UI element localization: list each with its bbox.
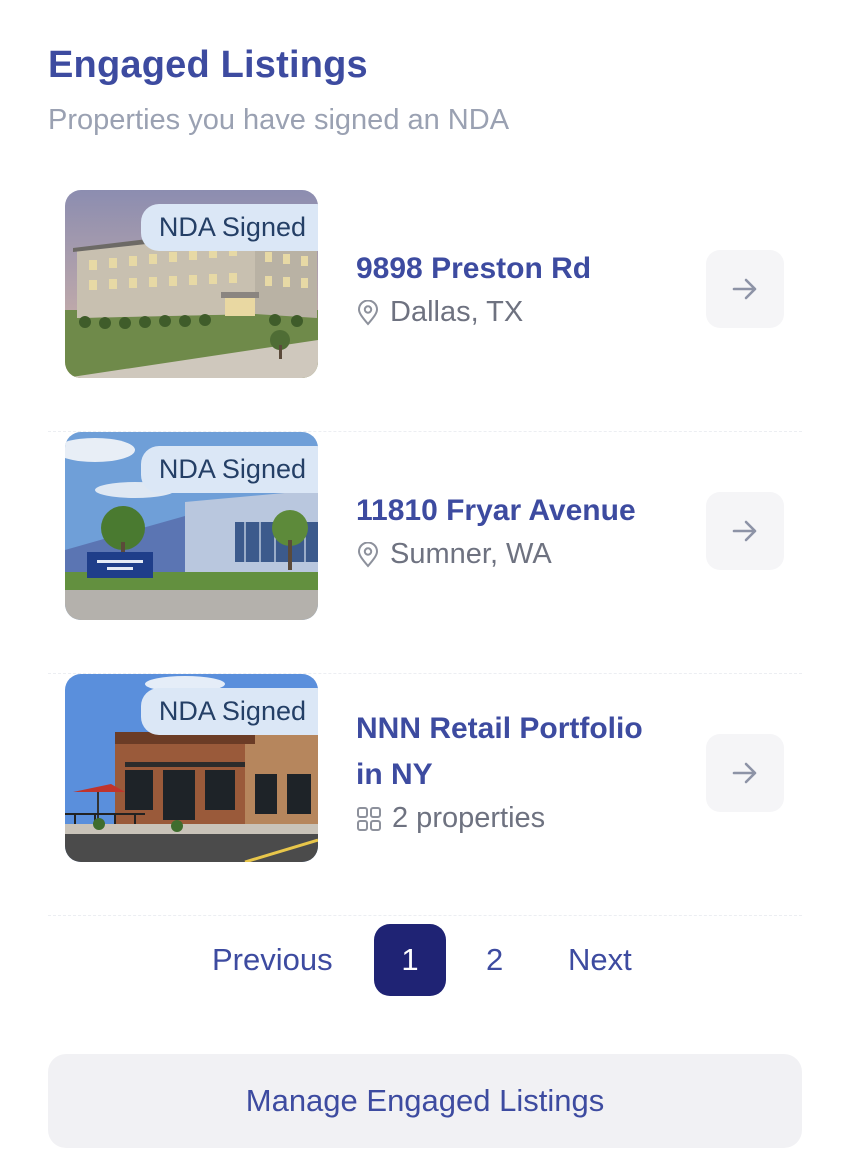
open-listing-button[interactable] (706, 492, 784, 570)
listing-location: Dallas, TX (356, 296, 591, 329)
listing-name[interactable]: 11810 Fryar Avenue (356, 488, 636, 534)
listing-row[interactable]: NDA Signed 11810 Fryar Avenue Sumner, WA (48, 432, 802, 674)
arrow-right-icon (732, 278, 757, 300)
listing-location-text: Sumner, WA (390, 538, 552, 570)
listing-info: 11810 Fryar Avenue Sumner, WA (356, 488, 636, 571)
next-page-button[interactable]: Next (568, 924, 632, 996)
engaged-listings-panel: Engaged Listings Properties you have sig… (0, 0, 850, 1174)
nda-signed-badge: NDA Signed (140, 446, 318, 493)
arrow-right-icon (732, 520, 757, 542)
open-listing-button[interactable] (706, 734, 784, 812)
listing-location-text: Dallas, TX (390, 296, 524, 328)
nda-signed-badge: NDA Signed (140, 204, 318, 251)
page-1-button[interactable]: 1 (374, 924, 446, 996)
listing-location: Sumner, WA (356, 538, 636, 571)
nda-signed-badge: NDA Signed (140, 688, 318, 735)
listing-thumbnail[interactable]: NDA Signed (65, 432, 318, 620)
pagination: Previous 1 2 Next (0, 924, 850, 996)
previous-page-button[interactable]: Previous (212, 924, 333, 996)
listing-name[interactable]: NNN Retail Portfolio (356, 706, 643, 752)
arrow-right-icon (732, 762, 757, 784)
open-listing-button[interactable] (706, 250, 784, 328)
listing-info: NNN Retail Portfolio in NY 2 properties (356, 706, 643, 835)
listing-name[interactable]: 9898 Preston Rd (356, 246, 591, 292)
listing-row[interactable]: NDA Signed 9898 Preston Rd Dallas, TX (48, 190, 802, 432)
panel-title: Engaged Listings (48, 44, 368, 86)
listing-name-continued[interactable]: in NY (356, 752, 643, 798)
listing-thumbnail[interactable]: NDA Signed (65, 190, 318, 378)
listing-row[interactable]: NDA Signed NNN Retail Portfolio in NY 2 … (48, 674, 802, 916)
listing-info: 9898 Preston Rd Dallas, TX (356, 246, 591, 329)
page-2-button[interactable]: 2 (486, 924, 503, 996)
manage-engaged-listings-button[interactable]: Manage Engaged Listings (48, 1054, 802, 1148)
listing-property-count: 2 properties (356, 802, 643, 835)
location-pin-icon (357, 299, 379, 326)
grid-icon (357, 806, 381, 831)
location-pin-icon (357, 541, 379, 568)
panel-subtitle: Properties you have signed an NDA (48, 104, 510, 136)
listing-property-count-text: 2 properties (392, 802, 546, 834)
listing-thumbnail[interactable]: NDA Signed (65, 674, 318, 862)
